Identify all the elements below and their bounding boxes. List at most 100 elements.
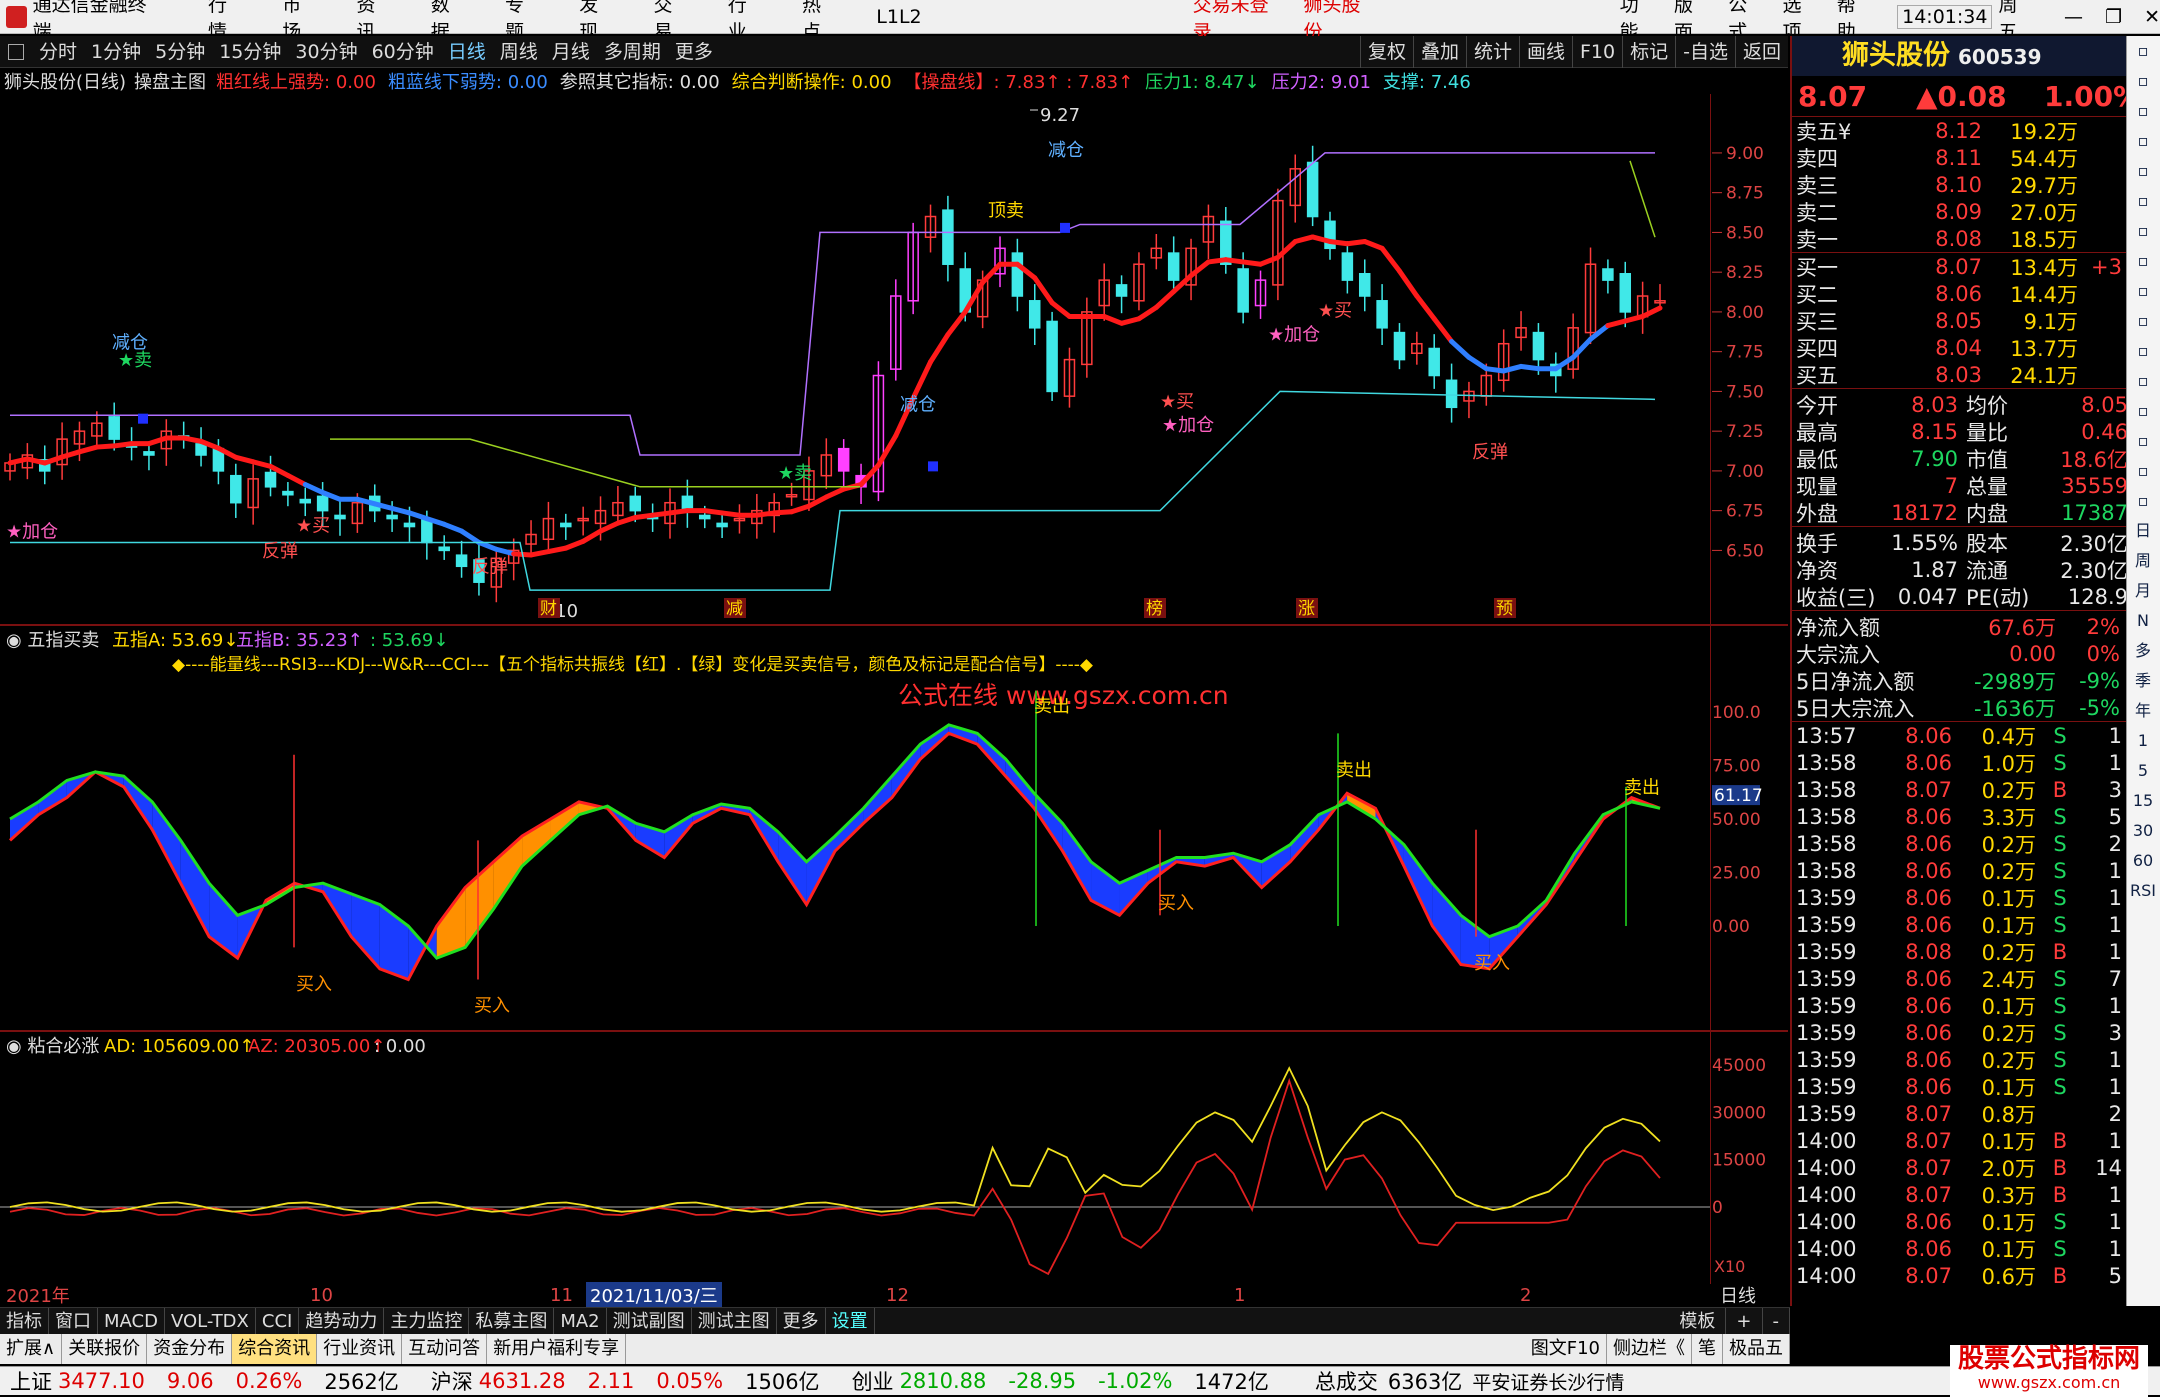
side-tool-icon[interactable]: ▫ bbox=[2127, 66, 2159, 96]
info-tab-5[interactable]: 互动问答 bbox=[402, 1334, 488, 1364]
toolbar-btn-4[interactable]: F10 bbox=[1572, 35, 1622, 68]
candle-body bbox=[195, 443, 207, 456]
indicator-tab-8[interactable]: MA2 bbox=[554, 1308, 607, 1334]
side-tab-2[interactable]: 笔 bbox=[1692, 1334, 1723, 1364]
side-tab-0[interactable]: 图文F10 bbox=[1525, 1334, 1607, 1364]
indicator-tab-4[interactable]: CCI bbox=[256, 1308, 300, 1334]
side-tool-icon[interactable]: ▫ bbox=[2127, 336, 2159, 366]
indicator-tab-7[interactable]: 私募主图 bbox=[469, 1308, 555, 1334]
indicator-tab-1[interactable]: 窗口 bbox=[49, 1308, 98, 1334]
period-tab-2[interactable]: 5分钟 bbox=[148, 36, 212, 68]
toolbar-btn-3[interactable]: 画线 bbox=[1518, 35, 1572, 68]
tab-tool-1[interactable]: + bbox=[1726, 1307, 1763, 1335]
tick-row-5: 13:58 8.06 0.2万 S 1 bbox=[1792, 857, 2160, 884]
tab-tool-2[interactable]: - bbox=[1763, 1307, 1790, 1335]
side-tool-icon[interactable]: ▫ bbox=[2127, 396, 2159, 426]
side-period-4[interactable]: 多 bbox=[2127, 636, 2159, 666]
period-tab-1[interactable]: 1分钟 bbox=[84, 36, 148, 68]
side-tab-1[interactable]: 侧边栏《 bbox=[1607, 1334, 1692, 1364]
label-rebound: 反弹 bbox=[262, 541, 298, 562]
indicator-tab-11[interactable]: 更多 bbox=[777, 1308, 826, 1334]
side-tab-3[interactable]: 极品五 bbox=[1723, 1334, 1790, 1364]
index-quote-2[interactable]: 创业 2810.88 -28.95 -1.02% 1472亿 bbox=[852, 1366, 1291, 1396]
side-tool-icon[interactable]: ▫ bbox=[2127, 456, 2159, 486]
indicator-tab-9[interactable]: 测试副图 bbox=[607, 1308, 692, 1334]
minimize-icon[interactable]: — bbox=[2064, 6, 2083, 28]
label-add-position: ★加仓 bbox=[1162, 415, 1214, 436]
side-period-12[interactable]: RSI bbox=[2127, 876, 2159, 906]
side-tool-icon[interactable]: ▫ bbox=[2127, 126, 2159, 156]
period-tab-0[interactable]: 分时 bbox=[32, 36, 84, 68]
indicator-tab-10[interactable]: 测试主图 bbox=[692, 1308, 777, 1334]
side-period-7[interactable]: 1 bbox=[2127, 726, 2159, 756]
side-period-5[interactable]: 季 bbox=[2127, 666, 2159, 696]
toolbar-btn-5[interactable]: 标记 bbox=[1622, 35, 1675, 68]
index-quote-0[interactable]: 上证 3477.10 9.06 0.26% 2562亿 bbox=[10, 1366, 421, 1396]
indicator-name[interactable]: 操盘主图 bbox=[134, 68, 206, 94]
trend-line bbox=[302, 482, 326, 495]
period-tab-5[interactable]: 60分钟 bbox=[365, 36, 441, 68]
info-tab-0[interactable]: 扩展∧ bbox=[0, 1334, 63, 1364]
period-tab-6[interactable]: 日线 bbox=[441, 36, 493, 68]
side-tool-icon[interactable]: ▫ bbox=[2127, 246, 2159, 276]
indicator-tab-6[interactable]: 主力监控 bbox=[384, 1308, 470, 1334]
toolbar-btn-7[interactable]: 返回 bbox=[1734, 35, 1788, 68]
side-period-9[interactable]: 15 bbox=[2127, 786, 2159, 816]
side-tool-icon[interactable]: ▫ bbox=[2127, 276, 2159, 306]
info-tab-3[interactable]: 综合资讯 bbox=[232, 1334, 318, 1364]
trend-line bbox=[1414, 293, 1437, 322]
indicator-tab-3[interactable]: VOL-TDX bbox=[165, 1308, 256, 1334]
period-tab-4[interactable]: 30分钟 bbox=[288, 36, 364, 68]
restore-icon[interactable]: ❐ bbox=[2105, 6, 2122, 28]
period-tab-9[interactable]: 多周期 bbox=[597, 36, 668, 68]
info-tab-2[interactable]: 资金分布 bbox=[147, 1334, 233, 1364]
indicator-tab-0[interactable]: 指标 bbox=[0, 1308, 49, 1334]
side-tool-icon[interactable]: ▫ bbox=[2127, 96, 2159, 126]
bid-row-3-cell-0: 买四 bbox=[1796, 336, 1838, 361]
side-tool-icon[interactable]: ▫ bbox=[2127, 216, 2159, 246]
side-tool-icon[interactable]: ▫ bbox=[2127, 426, 2159, 456]
toolbar-btn-2[interactable]: 统计 bbox=[1465, 35, 1519, 68]
toolbar-btn-1[interactable]: 叠加 bbox=[1412, 35, 1466, 68]
toolbar-btn-6[interactable]: -自选 bbox=[1675, 35, 1735, 68]
side-period-6[interactable]: 年 bbox=[2127, 696, 2159, 726]
trend-line bbox=[1570, 336, 1594, 360]
fund-flows: 净流入额 67.6万 2% 大宗流入 0.00 0% 5日净流入额 -2989万 -9% 5日大宗… bbox=[1792, 610, 2160, 721]
window-toggle-icon[interactable] bbox=[8, 43, 24, 60]
tick-row-0-cell-4: 1 bbox=[2108, 723, 2122, 748]
chart-area[interactable]: 9.00 8.75 8.50 8.25 8.00 7.75 7.50 7.25 7.00 6.75… bbox=[0, 94, 1788, 1304]
index-quote-1[interactable]: 沪深 4631.28 2.11 0.05% 1506亿 bbox=[431, 1366, 842, 1396]
side-period-8[interactable]: 5 bbox=[2127, 756, 2159, 786]
side-tool-icon[interactable]: ▫ bbox=[2127, 486, 2159, 516]
side-period-2[interactable]: 月 bbox=[2127, 576, 2159, 606]
side-tool-icon[interactable]: ▫ bbox=[2127, 366, 2159, 396]
info-tab-1[interactable]: 关联报价 bbox=[62, 1334, 148, 1364]
indicator-tab-12[interactable]: 设置 bbox=[826, 1308, 875, 1334]
side-period-10[interactable]: 30 bbox=[2127, 816, 2159, 846]
period-tab-7[interactable]: 周线 bbox=[493, 36, 545, 68]
period-tab-8[interactable]: 月线 bbox=[545, 36, 597, 68]
stat-row-3-cell-1: 7 bbox=[1944, 473, 1958, 498]
bid-row-3-cell-2: 13.7万 bbox=[2010, 336, 2078, 361]
tab-tool-0[interactable]: 模板 bbox=[1669, 1307, 1727, 1335]
toolbar-btn-0[interactable]: 复权 bbox=[1359, 35, 1413, 68]
side-tool-icon[interactable]: ▫ bbox=[2127, 156, 2159, 186]
side-tool-icon[interactable]: ▫ bbox=[2127, 306, 2159, 336]
indicator-tab-5[interactable]: 趋势动力 bbox=[299, 1308, 385, 1334]
side-period-11[interactable]: 60 bbox=[2127, 846, 2159, 876]
info-tab-6[interactable]: 新用户福利专享 bbox=[487, 1334, 627, 1364]
trend-line bbox=[945, 309, 968, 338]
y-axis-label: 7.50 bbox=[1726, 382, 1764, 402]
side-tool-icon[interactable]: ▫ bbox=[2127, 36, 2159, 66]
info-tab-4[interactable]: 行业资讯 bbox=[317, 1334, 403, 1364]
side-tool-icon[interactable]: ▫ bbox=[2127, 186, 2159, 216]
panel2-c: : 53.69↓ bbox=[370, 630, 448, 651]
menu-item-9[interactable]: L1L2 bbox=[876, 6, 921, 28]
side-period-3[interactable]: N bbox=[2127, 606, 2159, 636]
period-tab-3[interactable]: 15分钟 bbox=[212, 36, 288, 68]
period-tab-10[interactable]: 更多 bbox=[668, 36, 720, 68]
indicator-tab-2[interactable]: MACD bbox=[98, 1308, 165, 1334]
side-period-0[interactable]: 日 bbox=[2127, 516, 2159, 546]
close-icon[interactable]: ✕ bbox=[2144, 6, 2160, 28]
side-period-1[interactable]: 周 bbox=[2127, 546, 2159, 576]
